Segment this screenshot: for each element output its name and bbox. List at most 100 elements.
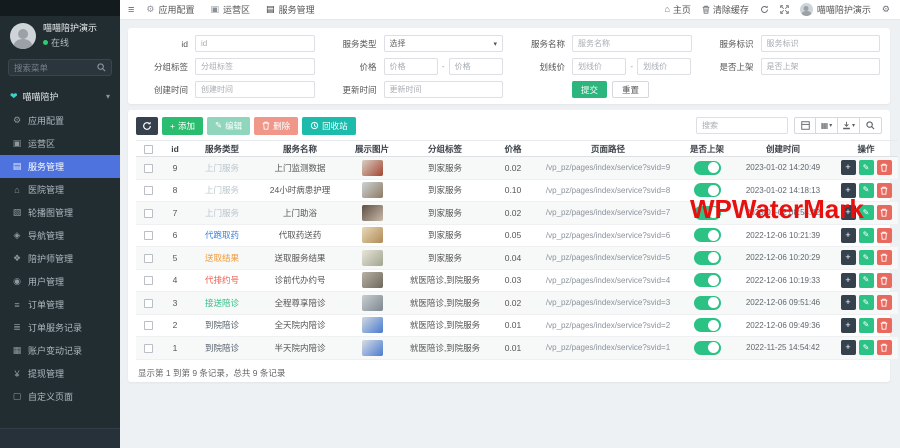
service-type-link[interactable]: 接送陪诊: [205, 298, 239, 308]
move-row-button[interactable]: +: [841, 183, 856, 198]
sidebar-item-navigation[interactable]: ◈导航管理: [0, 224, 120, 247]
service-type-link[interactable]: 上门服务: [205, 185, 239, 195]
settings-gear-icon[interactable]: ⚙: [882, 5, 890, 14]
publish-toggle[interactable]: [694, 251, 721, 265]
sidebar-item-user[interactable]: ◉用户管理: [0, 270, 120, 293]
sidebar-item-region[interactable]: ▣运营区: [0, 132, 120, 155]
service-type-link[interactable]: 到院陪诊: [205, 320, 239, 330]
service-thumbnail[interactable]: [362, 340, 383, 356]
hamburger-menu-icon[interactable]: ≡: [120, 4, 142, 16]
sidebar-item-hospital[interactable]: ⌂医院管理: [0, 178, 120, 201]
move-row-button[interactable]: +: [841, 318, 856, 333]
submit-button[interactable]: 提交: [572, 81, 607, 98]
add-button[interactable]: + 添加: [162, 117, 203, 135]
move-row-button[interactable]: +: [841, 250, 856, 265]
sidebar-item-services[interactable]: ▤服务管理: [0, 155, 120, 178]
reset-button[interactable]: 重置: [612, 81, 649, 98]
filter-input[interactable]: [761, 35, 881, 52]
sidebar-item-account-record[interactable]: ▦账户变动记录: [0, 339, 120, 362]
edit-row-button[interactable]: ✎: [859, 273, 874, 288]
row-checkbox[interactable]: [144, 344, 153, 353]
delete-row-button[interactable]: [877, 160, 892, 175]
edit-row-button[interactable]: ✎: [859, 295, 874, 310]
refresh-icon[interactable]: [760, 5, 769, 14]
publish-toggle[interactable]: [694, 206, 721, 220]
sidebar-search-input[interactable]: [14, 63, 97, 73]
table-search-input[interactable]: [696, 117, 788, 134]
row-checkbox[interactable]: [144, 276, 153, 285]
service-type-link[interactable]: 上门服务: [205, 163, 239, 173]
move-row-button[interactable]: +: [841, 340, 856, 355]
publish-toggle[interactable]: [694, 273, 721, 287]
service-type-link[interactable]: 上门服务: [205, 208, 239, 218]
service-thumbnail[interactable]: [362, 272, 383, 288]
edit-row-button[interactable]: ✎: [859, 160, 874, 175]
publish-toggle[interactable]: [694, 318, 721, 332]
service-thumbnail[interactable]: [362, 250, 383, 266]
sidebar-item-withdraw[interactable]: ¥提现管理: [0, 362, 120, 385]
fullscreen-icon[interactable]: [780, 5, 789, 14]
row-checkbox[interactable]: [144, 186, 153, 195]
delete-row-button[interactable]: [877, 183, 892, 198]
edit-button[interactable]: ✎ 编辑: [207, 117, 250, 135]
row-checkbox[interactable]: [144, 254, 153, 263]
service-type-link[interactable]: 代排约号: [205, 275, 239, 285]
service-type-link[interactable]: 送取结果: [205, 253, 239, 263]
filter-input-max[interactable]: [637, 58, 691, 75]
service-thumbnail[interactable]: [362, 160, 383, 176]
filter-input[interactable]: [195, 58, 315, 75]
row-checkbox[interactable]: [144, 164, 153, 173]
publish-toggle[interactable]: [694, 183, 721, 197]
service-type-select[interactable]: 选择▾: [384, 35, 504, 52]
toggle-view-button[interactable]: [794, 117, 816, 134]
search-icon[interactable]: [97, 63, 106, 72]
move-row-button[interactable]: +: [841, 205, 856, 220]
service-thumbnail[interactable]: [362, 227, 383, 243]
row-checkbox[interactable]: [144, 321, 153, 330]
recycle-bin-button[interactable]: 回收站: [302, 117, 356, 135]
service-type-link[interactable]: 到院陪诊: [205, 343, 239, 353]
edit-row-button[interactable]: ✎: [859, 228, 874, 243]
export-button[interactable]: ▾: [838, 117, 860, 134]
edit-row-button[interactable]: ✎: [859, 250, 874, 265]
service-type-link[interactable]: 代跑取药: [205, 230, 239, 240]
filter-input[interactable]: [195, 81, 315, 98]
sidebar-item-order[interactable]: ≡订单管理: [0, 293, 120, 316]
edit-row-button[interactable]: ✎: [859, 205, 874, 220]
filter-input[interactable]: [572, 35, 692, 52]
topbar-tab-1[interactable]: ⚙应用配置: [146, 3, 194, 16]
publish-toggle[interactable]: [694, 296, 721, 310]
filter-input[interactable]: [761, 58, 881, 75]
sidebar-item-caregiver[interactable]: ❖陪护师管理: [0, 247, 120, 270]
filter-input-min[interactable]: [384, 58, 438, 75]
sidebar-item-gear[interactable]: ⚙应用配置: [0, 109, 120, 132]
delete-row-button[interactable]: [877, 205, 892, 220]
filter-input[interactable]: [195, 35, 315, 52]
delete-row-button[interactable]: [877, 340, 892, 355]
service-thumbnail[interactable]: [362, 182, 383, 198]
topbar-user-menu[interactable]: 喵喵陪护演示: [800, 3, 871, 16]
search-toggle-button[interactable]: [860, 117, 882, 134]
columns-button[interactable]: ▦ ▾: [816, 117, 838, 134]
delete-row-button[interactable]: [877, 295, 892, 310]
select-all-checkbox[interactable]: [144, 145, 153, 154]
move-row-button[interactable]: +: [841, 273, 856, 288]
row-checkbox[interactable]: [144, 299, 153, 308]
service-thumbnail[interactable]: [362, 295, 383, 311]
edit-row-button[interactable]: ✎: [859, 340, 874, 355]
move-row-button[interactable]: +: [841, 295, 856, 310]
clear-cache-button[interactable]: 清除缓存: [702, 3, 749, 16]
publish-toggle[interactable]: [694, 341, 721, 355]
move-row-button[interactable]: +: [841, 160, 856, 175]
sidebar-item-carousel[interactable]: ▧轮播图管理: [0, 201, 120, 224]
publish-toggle[interactable]: [694, 161, 721, 175]
filter-input[interactable]: [384, 81, 504, 98]
edit-row-button[interactable]: ✎: [859, 318, 874, 333]
publish-toggle[interactable]: [694, 228, 721, 242]
topbar-tab-2[interactable]: ▣运营区: [211, 3, 251, 16]
delete-row-button[interactable]: [877, 228, 892, 243]
service-thumbnail[interactable]: [362, 317, 383, 333]
filter-input-min[interactable]: [572, 58, 626, 75]
refresh-button[interactable]: [136, 117, 158, 135]
sidebar-group-header[interactable]: ❤ 喵喵陪护 ▾: [0, 84, 120, 109]
